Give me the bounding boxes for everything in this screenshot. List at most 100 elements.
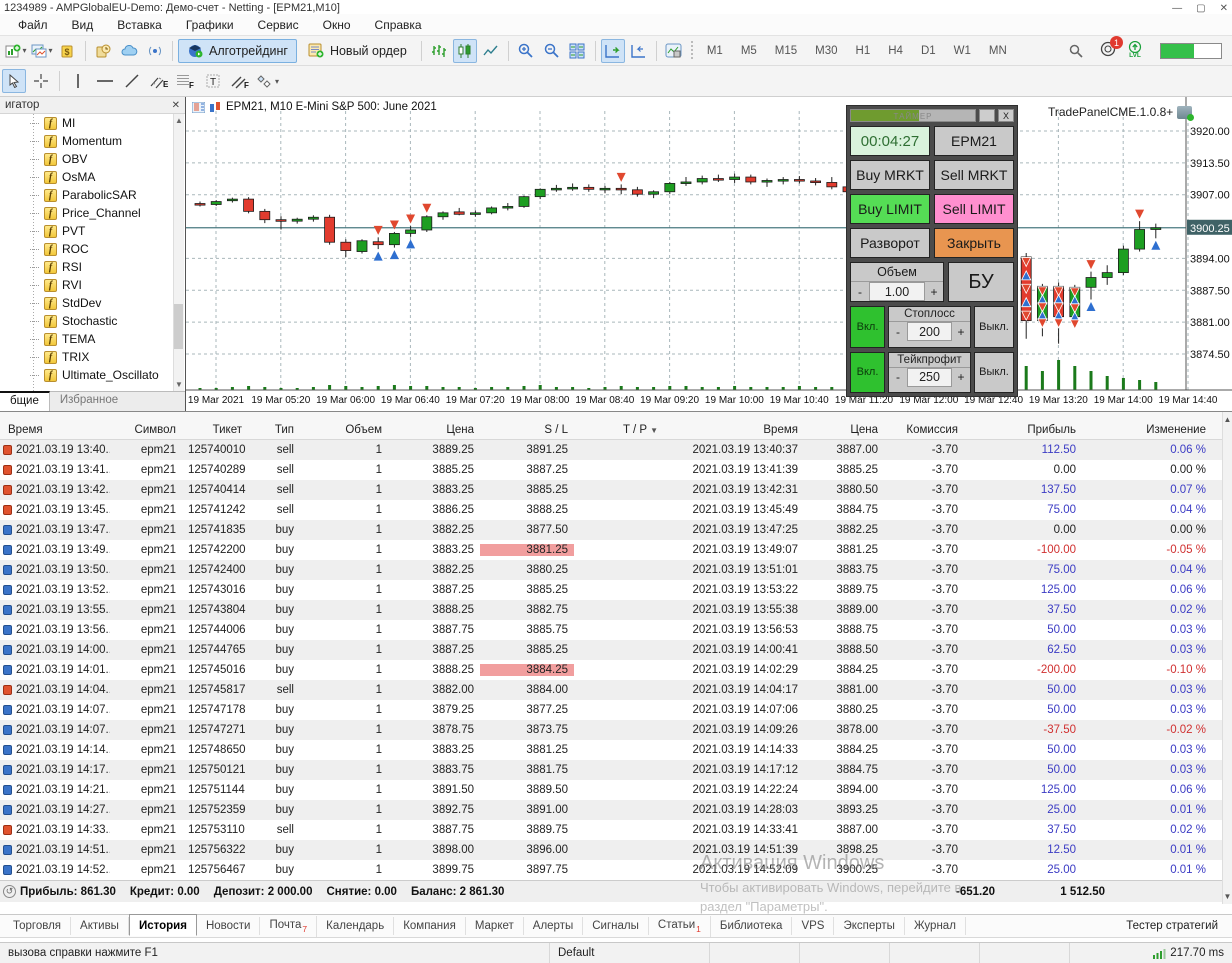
panel-minimize-button[interactable] bbox=[979, 109, 995, 123]
stoploss-off-button[interactable]: Выкл. bbox=[974, 306, 1014, 348]
takeprofit-value[interactable]: 250 bbox=[907, 367, 952, 387]
tab-библиотека[interactable]: Библиотека bbox=[711, 917, 793, 935]
menu-item-вид[interactable]: Вид bbox=[60, 16, 106, 34]
history-row[interactable]: 2021.03.19 13:52... epm21 125743016 buy 1 388… bbox=[0, 580, 1232, 600]
chart-symbol-icon[interactable] bbox=[209, 101, 222, 113]
menu-item-файл[interactable]: Файл bbox=[6, 16, 60, 34]
tab-эксперты[interactable]: Эксперты bbox=[834, 917, 905, 935]
profiles-icon[interactable]: ▾ bbox=[30, 39, 54, 63]
column-header-type[interactable]: Тип bbox=[248, 424, 300, 436]
scroll-up-icon[interactable]: ▲ bbox=[175, 116, 183, 125]
zoom-in-icon[interactable] bbox=[514, 39, 538, 63]
vertical-line-tool-icon[interactable] bbox=[66, 69, 90, 93]
new-order-button[interactable]: Новый ордер bbox=[299, 39, 416, 63]
column-header-price[interactable]: Цена bbox=[388, 424, 480, 436]
timeframe-m30[interactable]: M30 bbox=[806, 42, 846, 60]
stoploss-on-button[interactable]: Вкл. bbox=[850, 306, 885, 348]
chart-shift-icon[interactable] bbox=[627, 39, 651, 63]
minimize-button[interactable]: — bbox=[1172, 3, 1182, 14]
tab-маркет[interactable]: Маркет bbox=[466, 917, 524, 935]
reverse-button[interactable]: Разворот bbox=[850, 228, 930, 259]
volume-value[interactable]: 1.00 bbox=[869, 282, 925, 302]
search-icon[interactable] bbox=[1064, 39, 1088, 63]
navigator-close-icon[interactable]: ✕ bbox=[172, 100, 180, 111]
volume-minus-button[interactable]: - bbox=[851, 282, 869, 302]
history-row[interactable]: 2021.03.19 14:07... epm21 125747271 buy 1 387… bbox=[0, 720, 1232, 740]
timeframe-mn[interactable]: MN bbox=[980, 42, 1016, 60]
navigator-item-stddev[interactable]: f StdDev bbox=[30, 294, 185, 312]
stoploss-plus-button[interactable]: + bbox=[952, 322, 970, 342]
tab-компания[interactable]: Компания bbox=[394, 917, 466, 935]
auto-scroll-icon[interactable] bbox=[600, 38, 625, 63]
history-row[interactable]: 2021.03.19 13:56... epm21 125744006 buy 1 388… bbox=[0, 620, 1232, 640]
cursor-tool-icon[interactable] bbox=[2, 69, 26, 93]
tab-история[interactable]: История bbox=[128, 914, 197, 936]
notifications-icon[interactable]: 1 bbox=[1100, 36, 1123, 60]
stoploss-minus-button[interactable]: - bbox=[889, 322, 907, 342]
column-header-ticket[interactable]: Тикет bbox=[182, 424, 248, 436]
navigator-item-rvi[interactable]: f RVI bbox=[30, 276, 185, 294]
buy-market-button[interactable]: Buy MRKT bbox=[850, 160, 930, 191]
navigator-item-ultimate_oscillato[interactable]: f Ultimate_Oscillato bbox=[30, 366, 185, 384]
tab-почта[interactable]: Почта 7 bbox=[260, 915, 318, 937]
history-row[interactable]: 2021.03.19 13:42... epm21 125740414 sell 1 38… bbox=[0, 480, 1232, 500]
navigator-scroll-thumb[interactable] bbox=[174, 304, 183, 349]
history-row[interactable]: 2021.03.19 14:07... epm21 125747178 buy 1 387… bbox=[0, 700, 1232, 720]
history-row[interactable]: 2021.03.19 14:04... epm21 125745817 sell 1 38… bbox=[0, 680, 1232, 700]
navigator-item-price_channel[interactable]: f Price_Channel bbox=[30, 204, 185, 222]
history-row[interactable]: 2021.03.19 13:40... epm21 125740010 sell 1 38… bbox=[0, 440, 1232, 460]
strategy-tester-label[interactable]: Тестер стратегий bbox=[1126, 920, 1232, 932]
navigator-item-rsi[interactable]: f RSI bbox=[30, 258, 185, 276]
menu-item-вставка[interactable]: Вставка bbox=[105, 16, 174, 34]
navigator-item-parabolicsar[interactable]: f ParabolicSAR bbox=[30, 186, 185, 204]
history-row[interactable]: 2021.03.19 13:45... epm21 125741242 sell 1 38… bbox=[0, 500, 1232, 520]
timeframe-m1[interactable]: M1 bbox=[698, 42, 732, 60]
sell-market-button[interactable]: Sell MRKT bbox=[934, 160, 1014, 191]
history-row[interactable]: 2021.03.19 14:33... epm21 125753110 sell 1 38… bbox=[0, 820, 1232, 840]
tab-торговля[interactable]: Торговля bbox=[4, 917, 72, 935]
history-row[interactable]: 2021.03.19 14:01... epm21 125745016 buy 1 388… bbox=[0, 660, 1232, 680]
algo-trading-button[interactable]: Алготрейдинг bbox=[178, 38, 297, 63]
new-chart-icon[interactable]: ▾ bbox=[4, 39, 28, 63]
history-row[interactable]: 2021.03.19 14:21... epm21 125751144 buy 1 389… bbox=[0, 780, 1232, 800]
navigator-item-obv[interactable]: f OBV bbox=[30, 150, 185, 168]
scroll-up-icon[interactable]: ▲ bbox=[1224, 415, 1232, 424]
navigator-item-mi[interactable]: f MI bbox=[30, 114, 185, 132]
history-row[interactable]: 2021.03.19 13:50... epm21 125742400 buy 1 388… bbox=[0, 560, 1232, 580]
chart-window[interactable]: EPM21, M10 E-Mini S&P 500: June 2021 Tra… bbox=[186, 97, 1232, 411]
equidistant-channel-tool-icon[interactable]: E bbox=[147, 69, 171, 93]
horizontal-line-tool-icon[interactable] bbox=[93, 69, 117, 93]
column-header-chg[interactable]: Изменение bbox=[1082, 424, 1212, 436]
history-row[interactable]: 2021.03.19 13:47... epm21 125741835 buy 1 388… bbox=[0, 520, 1232, 540]
expert-advisor-icon[interactable] bbox=[1177, 105, 1195, 121]
navigator-item-pvt[interactable]: f PVT bbox=[30, 222, 185, 240]
menu-item-окно[interactable]: Окно bbox=[311, 16, 363, 34]
column-header-sl[interactable]: S / L bbox=[480, 424, 574, 436]
price-chart[interactable]: 3920.00 3913.50 3907.00 3894.00 3887.50 3881.… bbox=[186, 97, 1232, 411]
history-row[interactable]: 2021.03.19 14:52... epm21 125756467 buy 1 389… bbox=[0, 860, 1232, 880]
column-header-vol[interactable]: Объем bbox=[300, 424, 388, 436]
tab-статьи[interactable]: Статьи 1 bbox=[649, 915, 711, 937]
tab-vps[interactable]: VPS bbox=[792, 917, 835, 935]
maximize-button[interactable]: ▢ bbox=[1196, 3, 1205, 14]
timeframe-h4[interactable]: H4 bbox=[879, 42, 912, 60]
navigator-item-stochastic[interactable]: f Stochastic bbox=[30, 312, 185, 330]
zoom-out-icon[interactable] bbox=[540, 39, 564, 63]
status-profile[interactable]: Default bbox=[550, 943, 710, 963]
timeframe-m5[interactable]: M5 bbox=[732, 42, 766, 60]
navigator-item-trix[interactable]: f TRIX bbox=[30, 348, 185, 366]
navigator-tab-common[interactable]: бщие bbox=[0, 391, 50, 411]
column-header-time2[interactable]: Время bbox=[664, 424, 804, 436]
tab-новости[interactable]: Новости bbox=[197, 917, 261, 935]
connection-status[interactable]: 217.70 ms bbox=[1153, 947, 1232, 959]
timeframe-h1[interactable]: H1 bbox=[847, 42, 880, 60]
text-tool-icon[interactable]: T bbox=[201, 69, 225, 93]
tab-календарь[interactable]: Календарь bbox=[317, 917, 395, 935]
filter-icon[interactable]: ▼ bbox=[650, 426, 658, 435]
stoploss-value[interactable]: 200 bbox=[907, 322, 952, 342]
menu-item-графики[interactable]: Графики bbox=[174, 16, 246, 34]
chart-ohlc-icon[interactable] bbox=[192, 101, 205, 113]
tab-сигналы[interactable]: Сигналы bbox=[583, 917, 649, 935]
menu-item-сервис[interactable]: Сервис bbox=[246, 16, 311, 34]
sell-limit-button[interactable]: Sell LIMIT bbox=[934, 194, 1014, 225]
